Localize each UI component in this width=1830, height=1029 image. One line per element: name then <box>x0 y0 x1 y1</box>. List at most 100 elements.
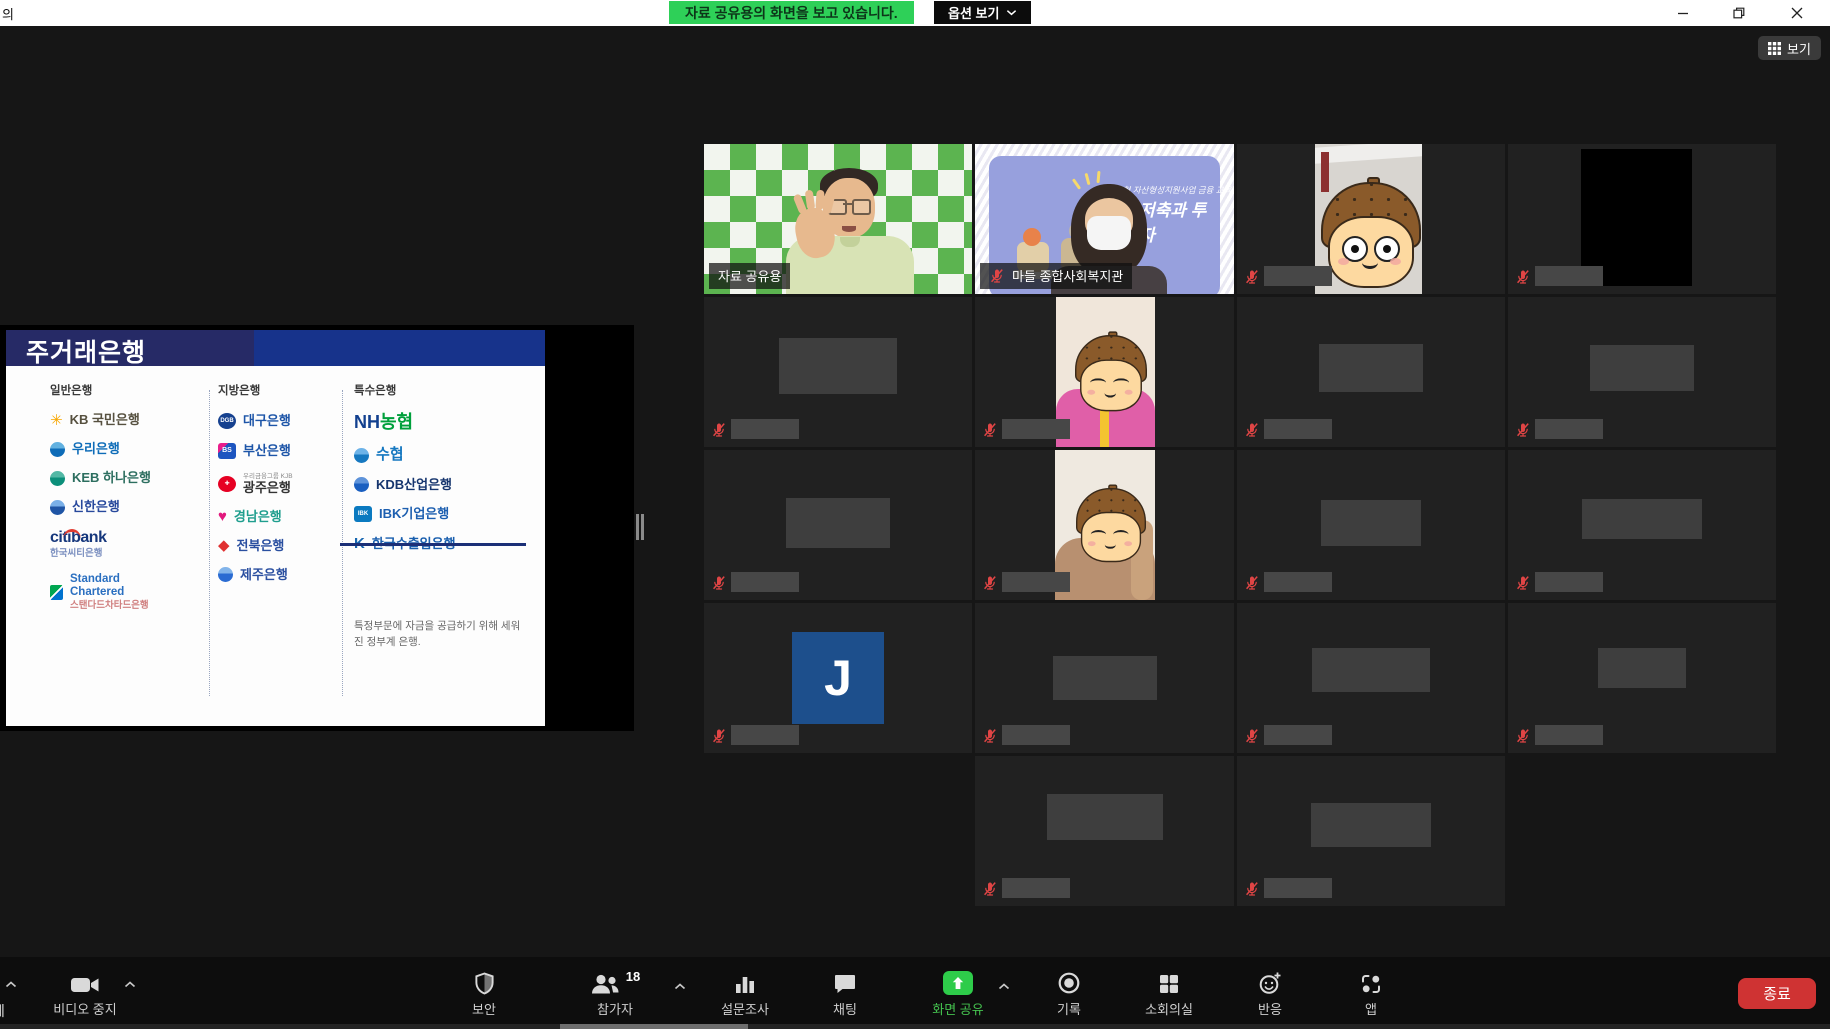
share-options-caret[interactable] <box>998 977 1010 995</box>
bank-name: KDB산업은행 <box>376 478 452 492</box>
blurred-name-label <box>1002 572 1070 592</box>
video-tile[interactable] <box>1508 297 1776 447</box>
muted-mic-icon <box>982 881 998 897</box>
muted-mic-icon <box>1515 728 1531 744</box>
bank-logo-icon <box>354 477 369 492</box>
participants-options-caret[interactable] <box>674 977 686 995</box>
polls-label: 설문조사 <box>721 999 769 1018</box>
video-tile[interactable] <box>1508 144 1776 294</box>
video-tile[interactable] <box>975 603 1234 753</box>
leave-meeting-button[interactable]: 종료 <box>1738 978 1816 1009</box>
video-tile[interactable] <box>1237 756 1505 906</box>
video-tile[interactable]: J <box>704 603 972 753</box>
muted-mic-icon <box>711 728 727 744</box>
bank-logo-icon <box>354 448 369 463</box>
view-options-label: 옵션 보기 <box>948 3 999 22</box>
bank-entry: NH농협 <box>354 413 536 433</box>
bank-entry: 신한은행 <box>50 500 206 515</box>
breakout-rooms-button[interactable]: 소회의실 <box>1124 969 1214 1018</box>
video-tile[interactable] <box>1237 297 1505 447</box>
bank-name: 수협 <box>376 447 404 464</box>
window-titlebar: 의 자료 공유용의 화면을 보고 있습니다. 옵션 보기 <box>0 0 1830 26</box>
stop-video-label: 비디오 중지 <box>53 999 116 1018</box>
video-tile[interactable] <box>1237 450 1505 600</box>
minimize-button[interactable] <box>1668 2 1698 23</box>
share-resize-handle[interactable] <box>636 514 644 540</box>
bank-name: Standard Chartered <box>70 573 144 599</box>
special-bank-note: 특정부문에 자금을 공급하기 위해 세워진 정부계 은행. <box>354 618 526 651</box>
security-button[interactable]: 보안 <box>440 969 528 1018</box>
video-tile[interactable] <box>704 297 972 447</box>
bank-entry: 수협 <box>354 447 536 464</box>
record-button[interactable]: 기록 <box>1024 969 1114 1018</box>
video-tile[interactable] <box>1237 144 1505 294</box>
face-mask <box>1087 216 1131 250</box>
blurred-center-name <box>1598 648 1686 688</box>
blurred-center-name <box>1319 344 1423 392</box>
blurred-name-label <box>1535 419 1603 439</box>
view-options-button[interactable]: 옵션 보기 <box>934 1 1031 24</box>
audio-options-caret[interactable] <box>5 975 17 993</box>
meeting-toolbar: 제 비디오 중지 보안 18 참가자 설문조사 <box>0 957 1830 1024</box>
bank-logo-icon: BS <box>218 443 236 459</box>
bank-entry: ✚우리금융그룹 KJB광주은행 <box>218 473 338 495</box>
share-screen-button[interactable]: 화면 공유 <box>910 969 1006 1018</box>
chat-label: 채팅 <box>833 999 857 1018</box>
view-layout-button[interactable]: 보기 <box>1758 36 1821 60</box>
blurred-name-label <box>1002 725 1070 745</box>
blurred-center-name <box>1312 648 1430 692</box>
participant-name: 자료 공유용 <box>718 266 781 285</box>
initial-avatar: J <box>792 632 884 724</box>
shared-screen-area: 주거래은행 일반은행✳KB 국민은행우리은행KEB 하나은행신한은행citiba… <box>0 325 634 731</box>
record-icon <box>1057 971 1081 995</box>
acorn-character-sticker <box>1076 488 1146 566</box>
stop-video-button[interactable]: 비디오 중지 <box>40 969 130 1018</box>
muted-mic-icon <box>982 728 998 744</box>
bank-logo-icon: ✚ <box>218 476 236 492</box>
slide-header-bar: 주거래은행 <box>6 330 545 366</box>
participant-name-label: 마들 종합사회복지관 <box>980 263 1132 289</box>
bank-logo-icon: ♥ <box>218 509 227 524</box>
blurred-name-label <box>1535 266 1603 286</box>
restore-button[interactable] <box>1724 2 1754 23</box>
blurred-name-label <box>1002 878 1070 898</box>
muted-mic-icon <box>1244 269 1260 285</box>
video-tile[interactable] <box>704 450 972 600</box>
leave-label: 종료 <box>1763 983 1791 1004</box>
video-tile[interactable] <box>1508 450 1776 600</box>
bank-entry: 우리은행 <box>50 442 206 457</box>
video-tile[interactable]: 자료 공유용 <box>704 144 972 294</box>
bank-entry: Standard Chartered스탠다드차타드은행 <box>50 573 206 612</box>
bank-entry: 제주은행 <box>218 567 338 582</box>
breakout-rooms-label: 소회의실 <box>1145 999 1193 1018</box>
video-options-caret[interactable] <box>124 975 136 993</box>
video-tile[interactable] <box>975 297 1234 447</box>
blurred-center-name <box>1311 803 1431 847</box>
bank-name: 부산은행 <box>243 444 291 458</box>
video-tile[interactable] <box>1237 603 1505 753</box>
column-divider <box>209 390 210 696</box>
polls-button[interactable]: 설문조사 <box>700 969 790 1018</box>
participants-button[interactable]: 18 참가자 <box>568 969 662 1018</box>
bank-name: 대구은행 <box>243 414 291 428</box>
video-tile[interactable] <box>975 450 1234 600</box>
apps-button[interactable]: 앱 <box>1326 969 1416 1018</box>
reactions-button[interactable]: 반응 <box>1225 969 1315 1018</box>
bank-entry: IBKIBK기업은행 <box>354 506 536 522</box>
blurred-center-name <box>1590 345 1694 391</box>
bank-name: citibank <box>50 529 106 547</box>
chat-bubble-icon <box>833 973 857 995</box>
video-tile[interactable] <box>975 756 1234 906</box>
close-button[interactable] <box>1782 2 1812 23</box>
muted-mic-icon <box>711 575 727 591</box>
participant-name-label: 자료 공유용 <box>709 263 790 289</box>
bank-name: IBK기업은행 <box>379 507 449 521</box>
minimize-icon <box>1677 7 1689 19</box>
grid-view-icon <box>1768 42 1781 55</box>
chat-button[interactable]: 채팅 <box>800 969 890 1018</box>
blurred-center-name <box>1053 656 1157 700</box>
video-tile[interactable]: 서울형 자산형성지원사업 금융 교육 저축과 투자 마들 종합사회복지관 <box>975 144 1234 294</box>
video-tile[interactable] <box>1508 603 1776 753</box>
bank-name: 신한은행 <box>72 500 120 514</box>
bank-logo-icon: DGB <box>218 413 236 429</box>
